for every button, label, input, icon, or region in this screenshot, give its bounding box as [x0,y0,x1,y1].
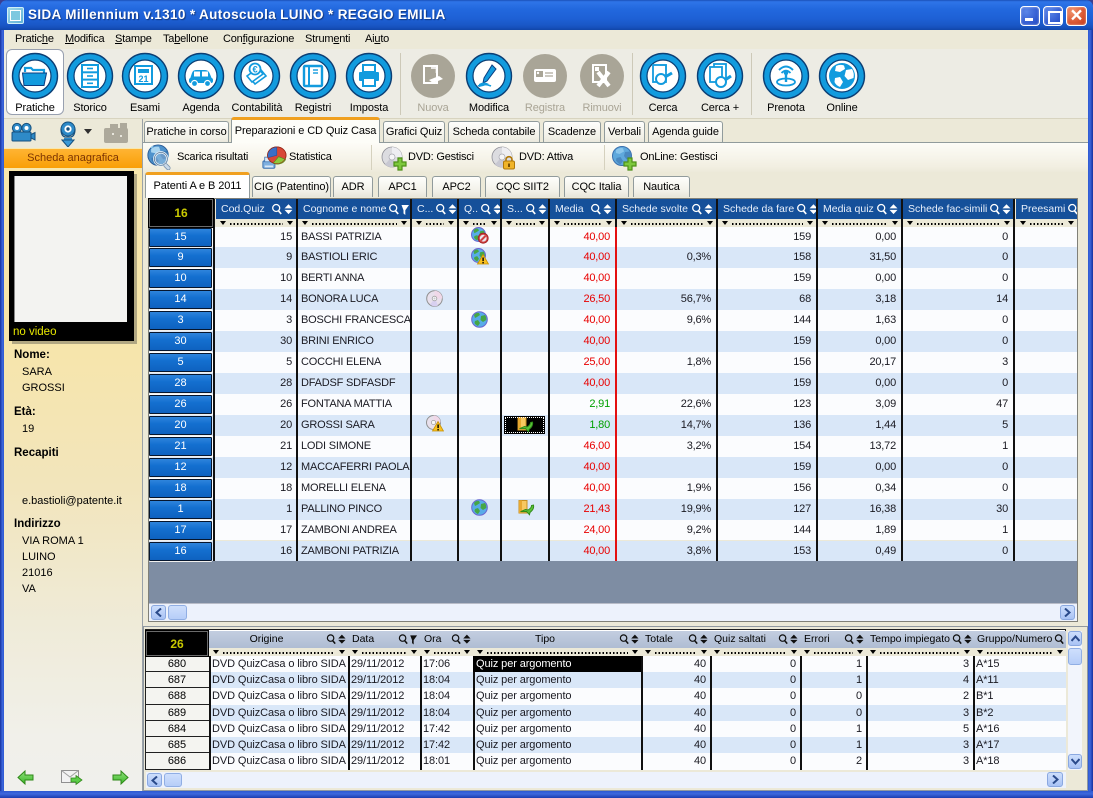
svg-text:€: € [252,65,258,76]
svg-text:21: 21 [138,74,148,84]
